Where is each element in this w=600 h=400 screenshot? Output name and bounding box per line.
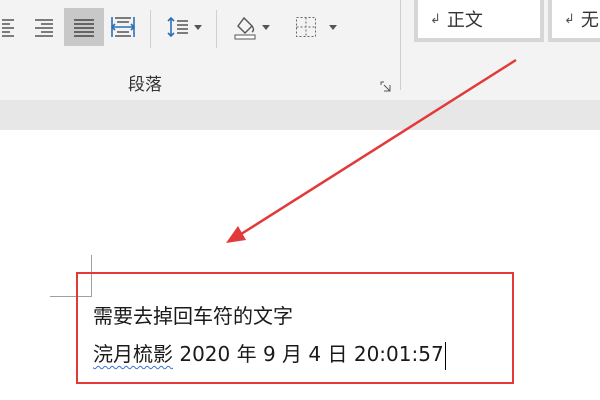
chevron-down-icon xyxy=(262,24,270,30)
line-spacing-button[interactable] xyxy=(160,8,208,46)
shading-icon xyxy=(232,14,258,40)
annotation-box xyxy=(76,272,514,384)
chevron-down-icon xyxy=(194,24,202,30)
style-label: 正文 xyxy=(446,10,483,31)
dialog-launcher-icon[interactable] xyxy=(380,77,391,92)
toolbar-separator xyxy=(216,10,217,48)
distributed-icon xyxy=(111,15,135,39)
distributed-button[interactable] xyxy=(108,8,138,46)
align-left-button[interactable] xyxy=(0,8,22,46)
toolbar-separator xyxy=(150,10,151,48)
group-divider xyxy=(400,0,401,90)
paragraph-mark-icon: ↲ xyxy=(430,11,441,27)
borders-icon xyxy=(295,16,317,38)
align-right-button[interactable] xyxy=(28,8,58,46)
paragraph-mark-icon: ↲ xyxy=(564,11,575,27)
ruler-band xyxy=(0,100,600,130)
paragraph-group-label: 段落 xyxy=(128,75,162,95)
ribbon: 段落 ↲ 正文 ↲ 无 xyxy=(0,0,600,101)
justify-icon xyxy=(73,16,95,38)
chevron-down-icon xyxy=(329,24,337,30)
style-no-spacing[interactable]: ↲ 无 xyxy=(548,0,600,42)
justify-button[interactable] xyxy=(64,8,104,46)
shading-button[interactable] xyxy=(226,8,276,46)
style-normal[interactable]: ↲ 正文 xyxy=(414,0,544,42)
styles-gallery: ↲ 正文 ↲ 无 xyxy=(406,0,600,68)
style-label: 无 xyxy=(580,10,599,31)
paragraph-group: 段落 xyxy=(0,0,400,100)
align-right-icon xyxy=(33,16,53,38)
borders-button[interactable] xyxy=(290,8,342,46)
line-spacing-icon xyxy=(166,15,190,39)
align-left-icon xyxy=(2,16,20,38)
